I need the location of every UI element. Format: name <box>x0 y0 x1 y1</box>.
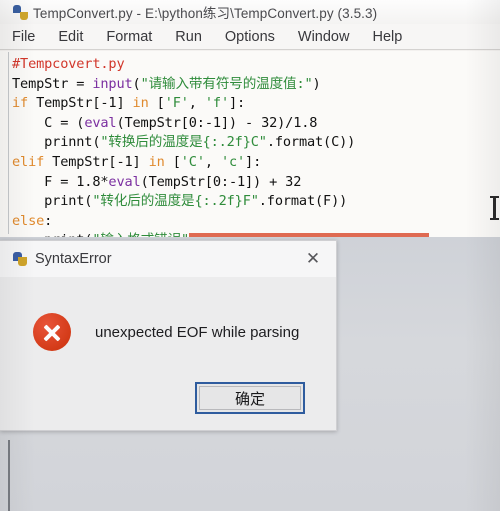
dialog-titlebar: SyntaxError ✕ <box>0 241 336 277</box>
code-token-string: 'c' <box>220 153 246 170</box>
code-token-plain: TempStr[-1] <box>28 95 133 112</box>
code-line[interactable]: #Tempcovert.py <box>0 55 500 75</box>
error-message: unexpected EOF while parsing <box>95 323 300 341</box>
code-line[interactable]: else: <box>0 212 500 232</box>
code-line[interactable]: F = 1.8*eval(TempStr[0:-1]) + 32 <box>0 173 500 193</box>
code-token-plain: prinnt( <box>12 134 101 151</box>
text-cursor-icon <box>490 196 499 220</box>
code-token-plain: ]: <box>245 153 262 170</box>
window-left-edge-line <box>8 440 10 511</box>
code-line[interactable]: if TempStr[-1] in ['F', 'f']: <box>0 94 500 114</box>
code-token-keyword: if <box>12 95 29 112</box>
dialog-footer: 确定 <box>0 382 336 430</box>
menu-item-window[interactable]: Window <box>298 29 350 45</box>
code-token-plain: [ <box>148 95 165 112</box>
code-token-string: 'F' <box>164 95 189 112</box>
menu-item-run[interactable]: Run <box>175 29 202 45</box>
python-icon <box>13 4 28 20</box>
menu-item-file[interactable]: File <box>12 29 35 45</box>
window-title: TempConvert.py - E:\python练习\TempConvert… <box>33 6 378 21</box>
code-token-plain: .format(C)) <box>266 134 356 151</box>
code-editor-area[interactable]: #Tempcovert.py TempStr = input("请输入带有符号的温… <box>0 51 500 237</box>
code-token-plain: print( <box>12 193 93 210</box>
menu-bar: File Edit Format Run Options Window Help <box>0 24 500 50</box>
code-line[interactable]: elif TempStr[-1] in ['C', 'c']: <box>0 153 500 173</box>
code-token-plain: (TempStr[0:-1]) - 32)/1.8 <box>116 114 318 131</box>
code-token-plain: [ <box>164 153 181 170</box>
code-token-builtin: eval <box>84 114 117 131</box>
code-token-string: 'C' <box>180 153 205 170</box>
code-line[interactable]: prinnt("转换后的温度是{:.2f}C".format(C)) <box>0 133 500 153</box>
code-token-plain: TempStr = <box>12 75 93 92</box>
code-token-plain: ) <box>312 75 321 92</box>
code-token-plain: ( <box>132 75 141 92</box>
code-token-keyword: in <box>148 153 165 170</box>
code-token-plain: (TempStr[0:-1]) + 32 <box>140 173 302 190</box>
error-circle-x-icon <box>33 313 71 351</box>
menu-item-options[interactable]: Options <box>225 29 275 45</box>
code-token-keyword: else <box>12 212 45 229</box>
dialog-body: unexpected EOF while parsing <box>0 277 336 387</box>
code-token-plain: ]: <box>228 95 246 112</box>
code-token-plain: : <box>44 212 53 229</box>
code-token-plain: , <box>204 153 221 170</box>
editor-left-margin-line <box>8 52 9 234</box>
menu-item-help[interactable]: Help <box>372 29 402 45</box>
code-line[interactable]: TempStr = input("请输入带有符号的温度值:") <box>0 75 500 95</box>
code-token-plain: C = ( <box>12 114 85 131</box>
code-token-string: "转化后的温度是{:.2f}F" <box>92 193 259 210</box>
code-token-builtin: input <box>92 75 133 92</box>
dialog-title: SyntaxError <box>35 251 112 267</box>
ok-button-label: 确定 <box>234 390 265 408</box>
close-icon[interactable]: ✕ <box>300 247 326 269</box>
code-token-plain: F = 1.8* <box>12 173 109 190</box>
code-token-keyword: elif <box>12 153 45 170</box>
code-token-string: "请输入带有符号的温度值:" <box>140 75 313 92</box>
code-line[interactable]: print("转化后的温度是{:.2f}F".format(F)) <box>0 192 500 212</box>
window-titlebar: TempConvert.py - E:\python练习\TempConvert… <box>0 0 500 24</box>
code-token-plain: , <box>188 95 205 112</box>
code-token-comment: #Tempcovert.py <box>12 56 125 72</box>
code-token-plain: .format(F)) <box>258 193 348 210</box>
ok-button[interactable]: 确定 <box>195 382 305 414</box>
code-token-string: "转换后的温度是{:.2f}C" <box>100 134 267 151</box>
code-line[interactable]: C = (eval(TempStr[0:-1]) - 32)/1.8 <box>0 114 500 134</box>
menu-item-format[interactable]: Format <box>106 29 152 45</box>
syntax-error-dialog: SyntaxError ✕ unexpected EOF while parsi… <box>0 240 337 431</box>
code-token-builtin: eval <box>108 173 141 190</box>
code-token-string: 'f' <box>204 95 229 112</box>
idle-editor-window: TempConvert.py - E:\python练习\TempConvert… <box>0 0 500 237</box>
code-token-plain: TempStr[-1] <box>44 153 149 170</box>
python-icon <box>12 251 28 267</box>
menu-item-edit[interactable]: Edit <box>58 29 83 45</box>
code-token-keyword: in <box>132 95 149 112</box>
